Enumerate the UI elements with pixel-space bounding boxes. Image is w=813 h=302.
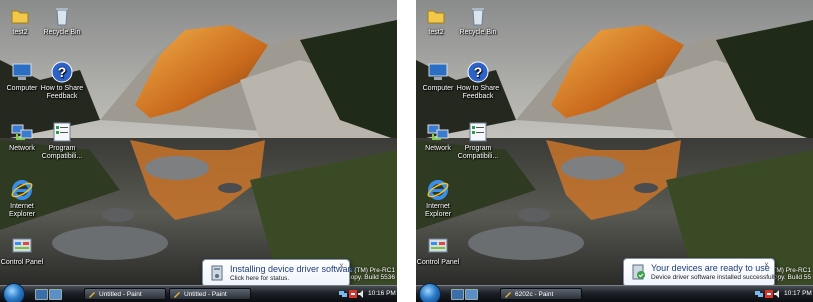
show-desktop-icon[interactable]: [451, 289, 464, 300]
program-icon: [469, 122, 487, 142]
security-alert-icon[interactable]: [765, 290, 773, 298]
ie-icon: [11, 180, 33, 200]
desktop-icon-program-compat[interactable]: Program Compatibili...: [38, 120, 86, 161]
paint-icon: [89, 292, 95, 298]
taskbar-button-paint[interactable]: Untitled - Paint: [169, 288, 251, 300]
balloon-title: Your devices are ready to use: [651, 263, 770, 273]
switch-windows-icon[interactable]: [49, 289, 62, 300]
balloon-text: Click here for status.: [230, 275, 290, 282]
desktop-icon-label: How to Share Feedback: [40, 85, 84, 100]
control-panel-icon: [12, 238, 32, 253]
paint-icon: [505, 292, 511, 298]
start-button[interactable]: [3, 283, 25, 302]
taskbar-button-paint[interactable]: 6202c - Paint: [500, 288, 582, 300]
desktop-icon-label: Control Panel: [0, 259, 44, 266]
desktop-icon-how-to-share[interactable]: ? How to Share Feedback: [38, 60, 86, 101]
desktop-icon-how-to-share[interactable]: ? How to Share Feedback: [454, 60, 502, 101]
desktop-icon-internet-explorer[interactable]: Internet Explorer: [0, 178, 46, 219]
svg-text:?: ?: [58, 64, 67, 80]
taskbar-button-label: Untitled - Paint: [184, 291, 227, 298]
computer-icon: [428, 63, 448, 80]
taskbar-button-paint[interactable]: Untitled - Paint: [84, 288, 166, 300]
balloon-close-button[interactable]: x: [762, 260, 771, 269]
folder-icon: [11, 10, 29, 24]
device-install-icon: [211, 265, 223, 281]
desktop-icon-control-panel[interactable]: Control Panel: [0, 234, 46, 267]
volume-icon[interactable]: [774, 290, 782, 298]
program-icon: [53, 122, 71, 142]
desktop-screen-right: test2 Recycle Bin Computer ? How to Shar…: [416, 0, 813, 302]
desktop-icon-internet-explorer[interactable]: Internet Explorer: [416, 178, 462, 219]
taskbar-clock[interactable]: 10:16 PM: [368, 286, 396, 302]
balloon-close-button[interactable]: x: [337, 261, 346, 270]
desktop-icon-recycle-bin[interactable]: Recycle Bin: [38, 4, 86, 37]
volume-icon[interactable]: [358, 290, 366, 298]
device-ready-icon: [632, 264, 645, 280]
network-status-icon[interactable]: [339, 290, 347, 298]
taskbar-button-label: Untitled - Paint: [99, 291, 142, 298]
folder-icon: [427, 10, 445, 24]
notification-balloon[interactable]: Your devices are ready to use Device dri…: [623, 258, 779, 287]
recycle-bin-icon: [472, 8, 484, 26]
start-button[interactable]: [419, 283, 441, 302]
desktop-icon-label: Internet Explorer: [8, 203, 36, 218]
taskbar: Untitled - Paint Untitled - Paint 10:16 …: [0, 283, 397, 302]
help-icon: ?: [51, 61, 73, 83]
desktop-icon-label: Internet Explorer: [424, 203, 452, 218]
network-icon: [11, 124, 33, 140]
balloon-text: Device driver software installed success…: [651, 274, 780, 281]
show-desktop-icon[interactable]: [35, 289, 48, 300]
desktop-icon-recycle-bin[interactable]: Recycle Bin: [454, 4, 502, 37]
control-panel-icon: [428, 238, 448, 253]
paint-icon: [174, 292, 180, 298]
desktop-icon-label: Control Panel: [416, 259, 460, 266]
recycle-bin-icon: [56, 8, 68, 26]
taskbar-clock[interactable]: 10:17 PM: [784, 286, 812, 302]
svg-text:?: ?: [474, 64, 483, 80]
desktop-icon-label: Program Compatibili...: [41, 145, 83, 160]
desktop-icon-program-compat[interactable]: Program Compatibili...: [454, 120, 502, 161]
taskbar-button-label: 6202c - Paint: [515, 291, 554, 298]
computer-icon: [12, 63, 32, 80]
network-icon: [427, 124, 449, 140]
desktop-screen-left: test2 Recycle Bin Computer ? How to Shar…: [0, 0, 397, 302]
system-tray: 10:17 PM: [753, 286, 813, 302]
desktop-icon-label: Recycle Bin: [43, 29, 81, 36]
desktop-icon-control-panel[interactable]: Control Panel: [416, 234, 462, 267]
taskbar: 6202c - Paint 10:17 PM: [416, 283, 813, 302]
ie-icon: [427, 180, 449, 200]
system-tray: 10:16 PM: [337, 286, 397, 302]
notification-balloon[interactable]: Installing device driver software Click …: [202, 259, 356, 287]
switch-windows-icon[interactable]: [465, 289, 478, 300]
network-status-icon[interactable]: [755, 290, 763, 298]
desktop-icon-label: Program Compatibili...: [457, 145, 499, 160]
desktop-icon-label: Recycle Bin: [459, 29, 497, 36]
desktop-icon-label: How to Share Feedback: [456, 85, 500, 100]
help-icon: ?: [467, 61, 489, 83]
security-alert-icon[interactable]: [349, 290, 357, 298]
